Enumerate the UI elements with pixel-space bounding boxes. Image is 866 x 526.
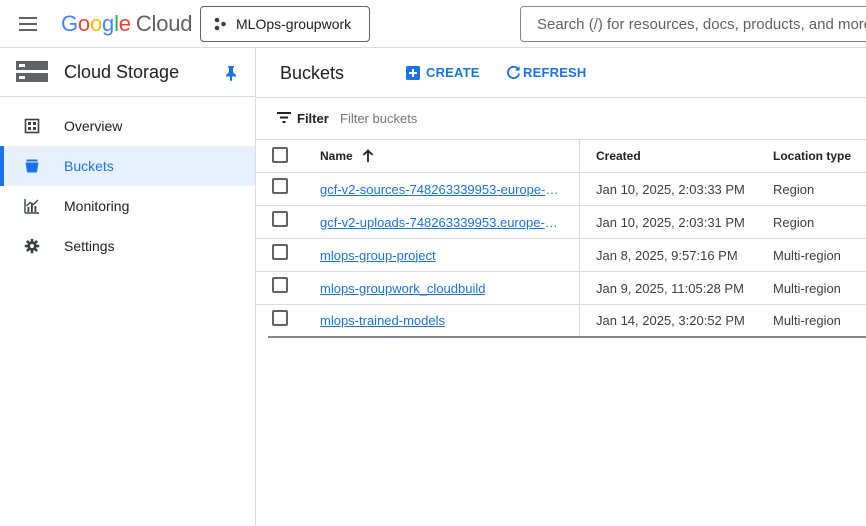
cloud-storage-icon bbox=[16, 61, 48, 82]
column-divider bbox=[579, 206, 580, 238]
pin-icon[interactable] bbox=[224, 65, 238, 81]
sidebar-item-label: Monitoring bbox=[64, 198, 130, 214]
created-cell: Jan 10, 2025, 2:03:31 PM bbox=[596, 214, 745, 230]
main-content: Buckets CREATE REFRESH Filter Name bbox=[256, 48, 866, 526]
search-placeholder: Search (/) for resources, docs, products… bbox=[537, 15, 866, 33]
bucket-name-link[interactable]: mlops-groupwork_cloudbuild bbox=[320, 281, 485, 296]
create-button[interactable]: CREATE bbox=[406, 65, 480, 80]
project-picker-button[interactable]: MLOps-groupwork bbox=[200, 6, 370, 42]
location-type-cell: Multi-region bbox=[773, 247, 841, 263]
created-cell: Jan 9, 2025, 11:05:28 PM bbox=[596, 280, 744, 296]
column-divider bbox=[579, 272, 580, 304]
project-icon bbox=[214, 17, 226, 31]
filter-icon[interactable] bbox=[277, 112, 291, 123]
row-checkbox[interactable] bbox=[272, 277, 288, 293]
sidebar-item-buckets[interactable]: Buckets bbox=[0, 146, 255, 186]
google-cloud-logo[interactable]: Google Cloud bbox=[61, 11, 192, 37]
refresh-label: REFRESH bbox=[523, 65, 587, 80]
column-header-name[interactable]: Name bbox=[320, 140, 374, 172]
sidebar-item-label: Buckets bbox=[64, 158, 114, 174]
sidebar-header: Cloud Storage bbox=[0, 48, 255, 97]
sidebar: Cloud Storage Overview Buckets Monitorin… bbox=[0, 48, 256, 526]
bucket-name-link[interactable]: mlops-group-project bbox=[320, 248, 436, 263]
add-box-icon bbox=[406, 65, 420, 80]
column-divider bbox=[579, 173, 580, 205]
gear-icon bbox=[24, 238, 40, 254]
sidebar-item-overview[interactable]: Overview bbox=[0, 106, 255, 146]
table-row: gcf-v2-uploads-748263339953.europe-w... … bbox=[256, 206, 866, 239]
bucket-name-link[interactable]: gcf-v2-uploads-748263339953.europe-w... bbox=[320, 215, 564, 230]
top-bar: Google Cloud MLOps-groupwork Search (/) f… bbox=[0, 0, 866, 48]
sidebar-item-monitoring[interactable]: Monitoring bbox=[0, 186, 255, 226]
row-checkbox[interactable] bbox=[272, 178, 288, 194]
filter-bar: Filter bbox=[256, 98, 866, 138]
column-header-created[interactable]: Created bbox=[596, 140, 641, 172]
refresh-button[interactable]: REFRESH bbox=[506, 65, 587, 80]
column-divider bbox=[579, 305, 580, 336]
column-divider[interactable] bbox=[579, 140, 580, 172]
sort-ascending-icon[interactable] bbox=[362, 149, 374, 163]
row-checkbox[interactable] bbox=[272, 309, 288, 326]
created-cell: Jan 10, 2025, 2:03:33 PM bbox=[596, 181, 745, 197]
refresh-icon bbox=[507, 65, 521, 80]
location-type-cell: Region bbox=[773, 214, 815, 230]
table-row: mlops-trained-models Jan 14, 2025, 3:20:… bbox=[268, 305, 866, 338]
filter-input[interactable] bbox=[340, 111, 540, 126]
bucket-name-link[interactable]: mlops-trained-models bbox=[320, 313, 445, 328]
location-type-cell: Multi-region bbox=[773, 280, 841, 296]
overview-icon bbox=[24, 118, 40, 134]
page-header: Buckets CREATE REFRESH bbox=[256, 48, 866, 98]
sidebar-item-label: Settings bbox=[64, 238, 115, 254]
monitoring-icon bbox=[24, 199, 39, 214]
location-type-cell: Multi-region bbox=[773, 313, 841, 328]
table-row: gcf-v2-sources-748263339953-europe-w... … bbox=[256, 173, 866, 206]
column-header-location-type[interactable]: Location type bbox=[773, 140, 851, 172]
bucket-icon bbox=[25, 159, 39, 173]
page-title: Buckets bbox=[280, 63, 345, 83]
bucket-name-link[interactable]: gcf-v2-sources-748263339953-europe-w... bbox=[320, 182, 564, 197]
column-divider bbox=[579, 239, 580, 271]
product-title: Cloud Storage bbox=[64, 62, 180, 82]
table-row: mlops-group-project Jan 8, 2025, 9:57:16… bbox=[256, 239, 866, 272]
row-checkbox[interactable] bbox=[272, 211, 288, 227]
row-checkbox[interactable] bbox=[272, 244, 288, 260]
select-all-checkbox[interactable] bbox=[272, 147, 288, 163]
project-name: MLOps-groupwork bbox=[236, 16, 352, 32]
sidebar-item-label: Overview bbox=[64, 118, 123, 134]
buckets-table: Name Created Location type gcf-v2-source… bbox=[256, 139, 866, 338]
filter-label: Filter bbox=[297, 111, 329, 126]
create-label: CREATE bbox=[426, 65, 480, 80]
created-cell: Jan 8, 2025, 9:57:16 PM bbox=[596, 247, 738, 263]
table-row: mlops-groupwork_cloudbuild Jan 9, 2025, … bbox=[256, 272, 866, 305]
sidebar-item-settings[interactable]: Settings bbox=[0, 226, 255, 266]
table-header-row: Name Created Location type bbox=[256, 139, 866, 173]
location-type-cell: Region bbox=[773, 181, 815, 197]
created-cell: Jan 14, 2025, 3:20:52 PM bbox=[596, 313, 745, 328]
hamburger-menu-icon[interactable] bbox=[14, 12, 42, 36]
search-input[interactable]: Search (/) for resources, docs, products… bbox=[520, 6, 866, 42]
